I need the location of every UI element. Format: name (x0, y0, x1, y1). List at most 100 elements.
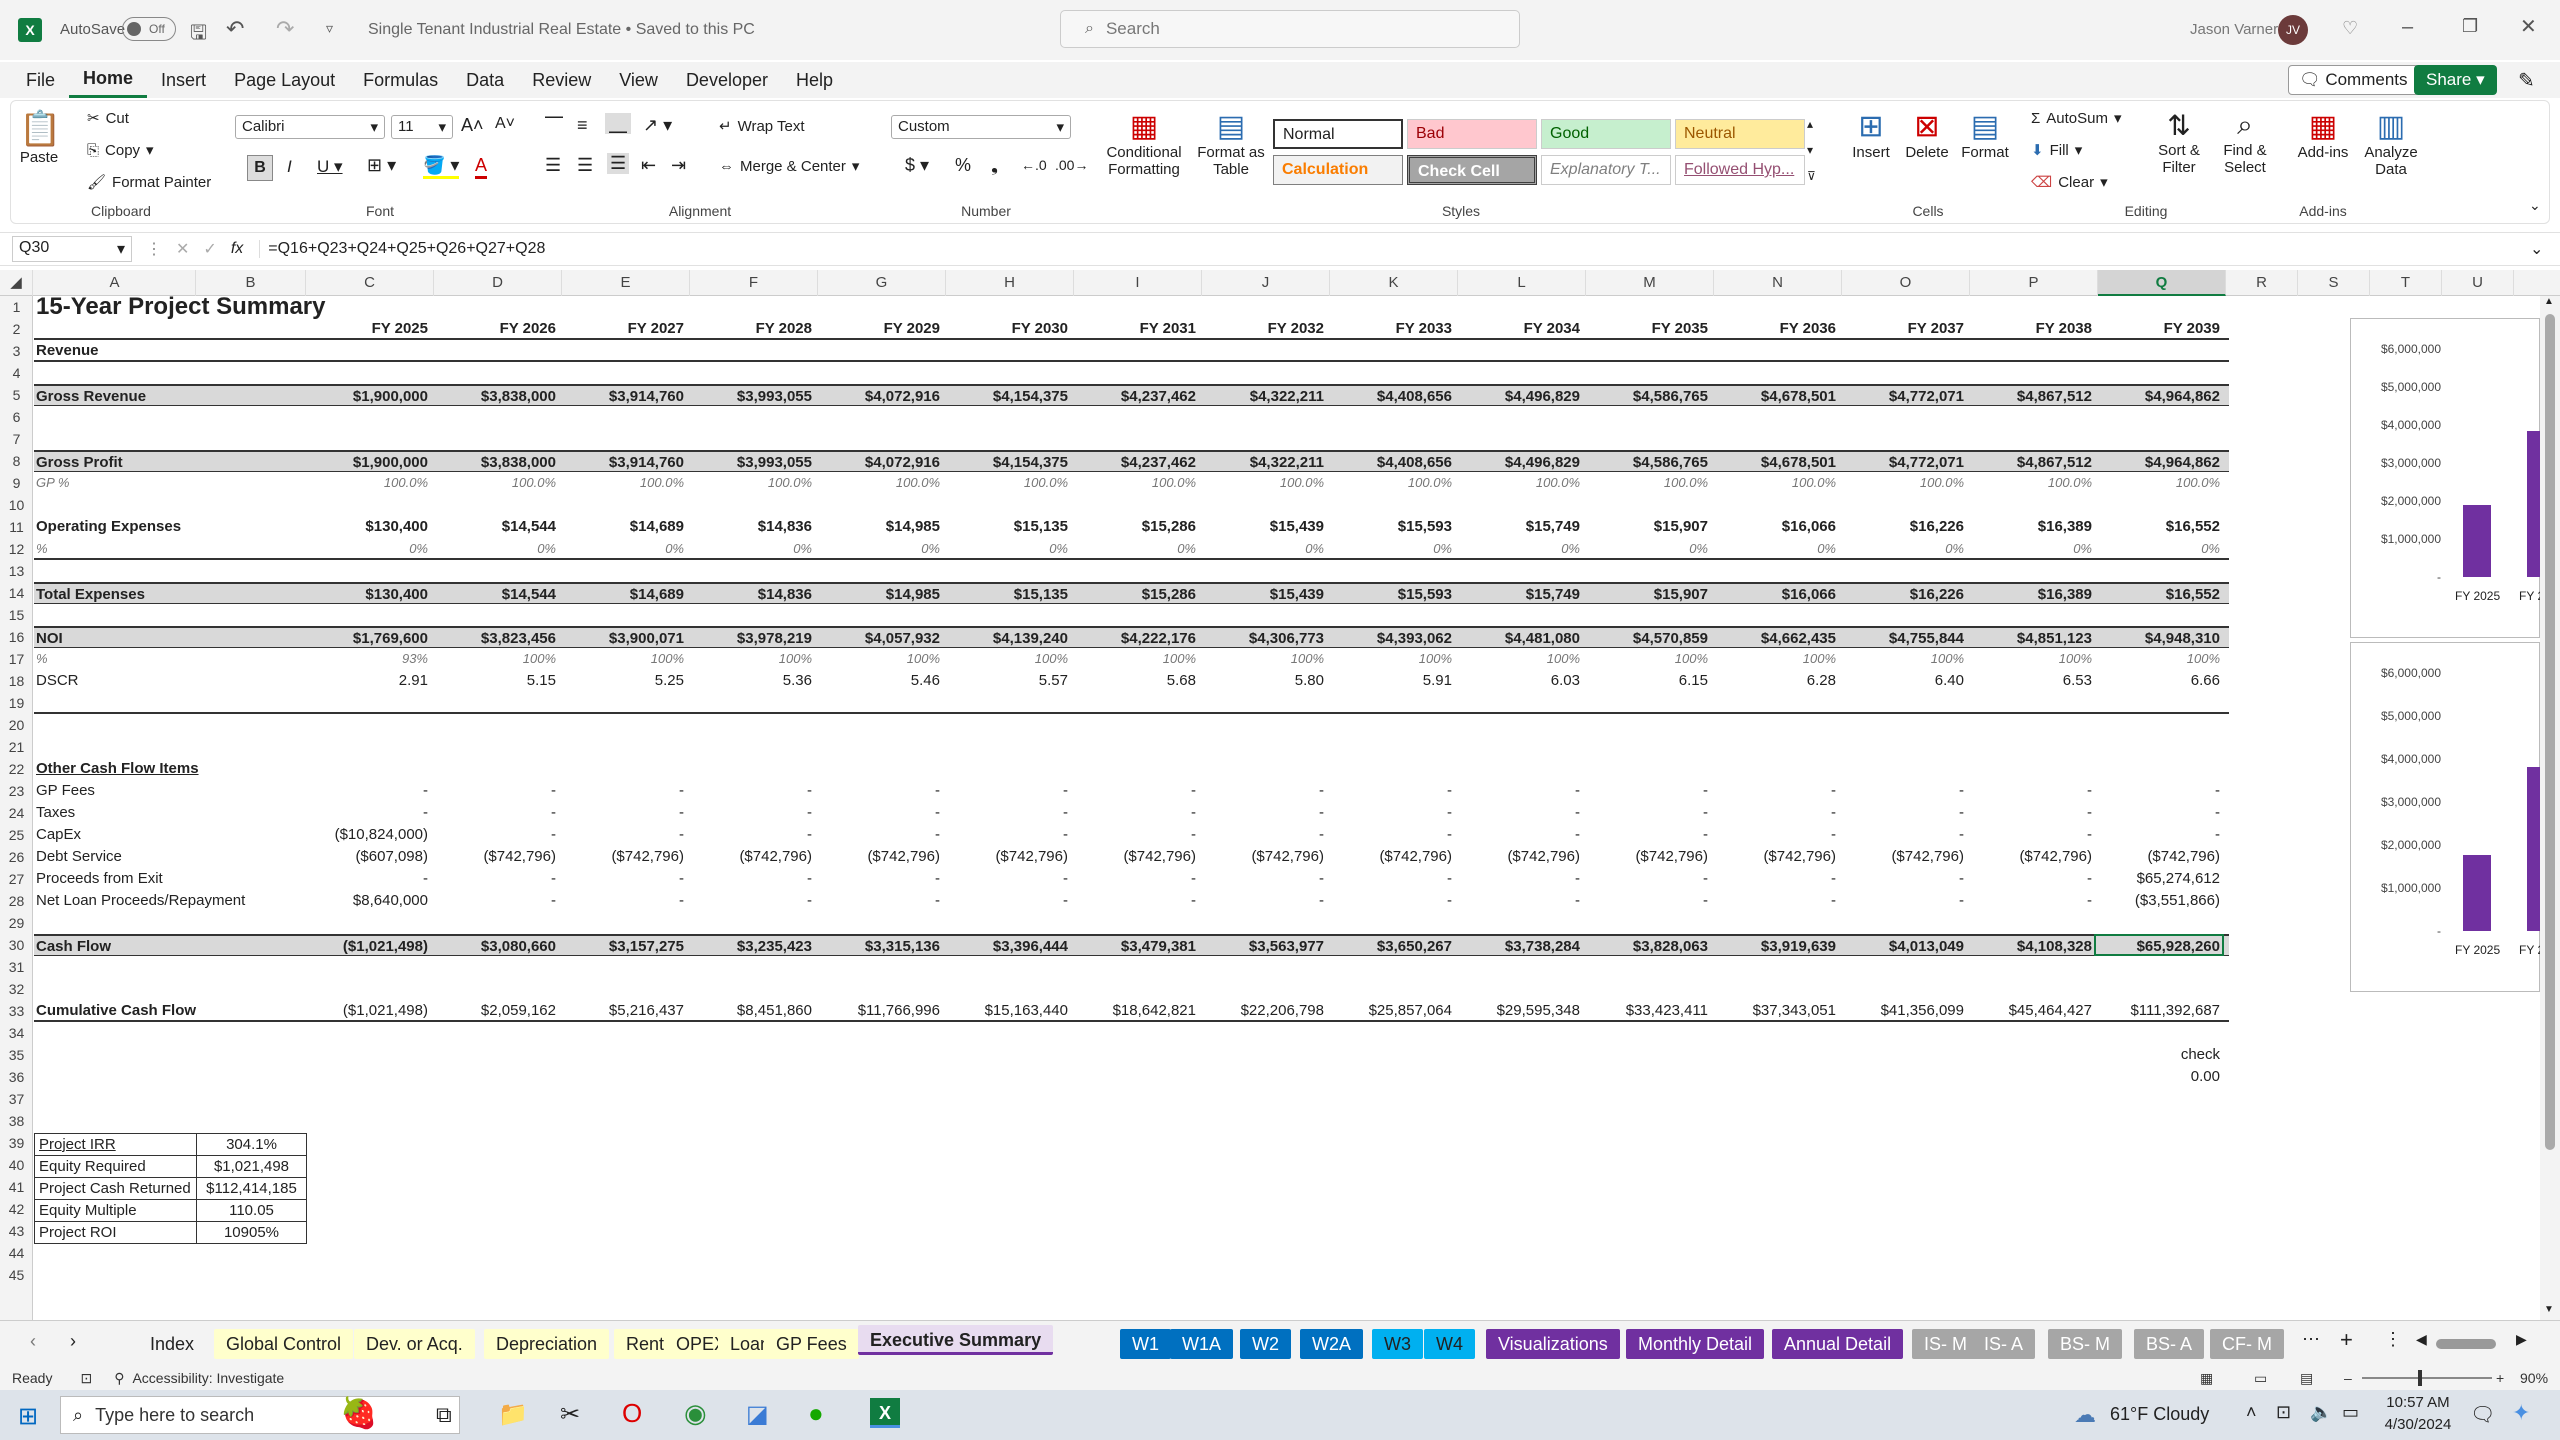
col-header-m[interactable]: M (1586, 270, 1714, 296)
summary-label[interactable]: Project ROI (34, 1221, 197, 1244)
sheet-tab-gp-fees[interactable]: GP Fees (764, 1329, 859, 1359)
restore-icon[interactable]: ❐ (2462, 16, 2478, 37)
data-cell[interactable]: - (434, 890, 556, 912)
task-view-icon[interactable]: ⧉ (436, 1402, 452, 1428)
row-label[interactable]: Cash Flow (36, 936, 111, 958)
sheet-options-icon[interactable]: ⋮ (2384, 1329, 2402, 1350)
tab-home[interactable]: Home (69, 62, 148, 98)
data-cell[interactable]: 100% (1586, 648, 1708, 670)
data-cell[interactable]: 6.66 (2098, 670, 2220, 692)
data-cell[interactable]: FY 2035 (1586, 318, 1708, 340)
data-cell[interactable]: $4,662,435 (1714, 628, 1836, 650)
data-cell[interactable]: $4,867,512 (1970, 452, 2092, 474)
select-all-corner[interactable]: ◢ (0, 270, 33, 296)
row-label[interactable]: CapEx (36, 824, 81, 846)
data-cell[interactable]: FY 2032 (1202, 318, 1324, 340)
data-cell[interactable]: - (562, 802, 684, 824)
data-cell[interactable]: - (1458, 890, 1580, 912)
page-break-view-icon[interactable]: ▤ (2300, 1370, 2313, 1387)
sheet-tab-w2[interactable]: W2 (1240, 1329, 1291, 1359)
col-header-p[interactable]: P (1970, 270, 2098, 296)
summary-label[interactable]: Equity Multiple (34, 1199, 197, 1222)
underline-button[interactable]: U ▾ (317, 157, 343, 177)
row-header[interactable]: 11 (0, 516, 33, 538)
data-cell[interactable]: - (1970, 890, 2092, 912)
data-cell[interactable]: $4,057,932 (818, 628, 940, 650)
data-cell[interactable]: $33,423,411 (1586, 1000, 1708, 1022)
col-header-s[interactable]: S (2298, 270, 2370, 296)
data-cell[interactable]: 6.53 (1970, 670, 2092, 692)
data-cell[interactable]: 0% (690, 538, 812, 560)
col-header-b[interactable]: B (196, 270, 306, 296)
row-header[interactable]: 36 (0, 1066, 33, 1088)
row-label[interactable]: Revenue (36, 340, 99, 362)
data-cell[interactable]: - (306, 802, 428, 824)
data-cell[interactable]: $3,914,760 (562, 452, 684, 474)
data-cell[interactable]: ($742,796) (1714, 846, 1836, 868)
tab-insert[interactable]: Insert (147, 62, 220, 98)
data-cell[interactable]: 5.46 (818, 670, 940, 692)
data-cell[interactable]: - (2098, 802, 2220, 824)
summary-value[interactable]: $1,021,498 (196, 1155, 307, 1178)
more-sheets-icon[interactable]: ⋯ (2302, 1329, 2320, 1350)
align-middle-icon[interactable]: ≡ (577, 115, 588, 136)
data-cell[interactable]: FY 2034 (1458, 318, 1580, 340)
data-cell[interactable]: $37,343,051 (1714, 1000, 1836, 1022)
data-cell[interactable]: - (1074, 780, 1196, 802)
data-cell[interactable]: $4,678,501 (1714, 452, 1836, 474)
data-cell[interactable]: $3,828,063 (1586, 936, 1708, 958)
data-cell[interactable]: 100% (1714, 648, 1836, 670)
data-cell[interactable]: - (818, 802, 940, 824)
data-cell[interactable]: - (1330, 890, 1452, 912)
chart-bar[interactable] (2463, 504, 2491, 577)
style-calculation[interactable]: Calculation (1273, 155, 1403, 185)
data-cell[interactable]: 0% (1458, 538, 1580, 560)
data-cell[interactable]: - (690, 780, 812, 802)
data-cell[interactable]: FY 2033 (1330, 318, 1452, 340)
data-cell[interactable]: $15,593 (1330, 516, 1452, 538)
row-header[interactable]: 26 (0, 846, 33, 868)
data-cell[interactable]: FY 2030 (946, 318, 1068, 340)
data-cell[interactable]: FY 2027 (562, 318, 684, 340)
data-cell[interactable]: $16,066 (1714, 584, 1836, 606)
data-cell[interactable]: $14,689 (562, 516, 684, 538)
summary-value[interactable]: $112,414,185 (196, 1177, 307, 1200)
zoom-out-icon[interactable]: – (2344, 1370, 2352, 1386)
data-cell[interactable]: - (946, 802, 1068, 824)
volume-icon[interactable]: 🔈 (2310, 1402, 2332, 1423)
opera-icon[interactable]: O (622, 1398, 642, 1429)
summary-value[interactable]: 110.05 (196, 1199, 307, 1222)
sheet-tab-executive-summary[interactable]: Executive Summary (858, 1325, 1054, 1355)
col-header-r[interactable]: R (2226, 270, 2298, 296)
data-cell[interactable]: ($742,796) (1586, 846, 1708, 868)
tab-help[interactable]: Help (782, 62, 847, 98)
clock-date[interactable]: 4/30/2024 (2368, 1416, 2468, 1433)
sheet-tab-is-m[interactable]: IS- M (1912, 1329, 1979, 1359)
data-cell[interactable]: $4,154,375 (946, 452, 1068, 474)
row-header[interactable]: 35 (0, 1044, 33, 1066)
data-cell[interactable]: - (1330, 824, 1452, 846)
data-cell[interactable]: $22,206,798 (1202, 1000, 1324, 1022)
insert-function-icon[interactable]: fx (231, 240, 243, 258)
data-cell[interactable]: $16,066 (1714, 516, 1836, 538)
row-header[interactable]: 21 (0, 736, 33, 758)
row-header[interactable]: 38 (0, 1110, 33, 1132)
row-label[interactable]: GP Fees (36, 780, 95, 802)
data-cell[interactable]: $4,570,859 (1586, 628, 1708, 650)
vertical-scrollbar[interactable]: ▲ ▼ (2540, 296, 2560, 1321)
summary-value[interactable]: 304.1% (196, 1133, 307, 1156)
data-cell[interactable]: 100.0% (562, 472, 684, 494)
paste-button[interactable]: 📋 Paste (19, 109, 61, 166)
upwork-icon[interactable]: ● (808, 1398, 824, 1429)
data-cell[interactable]: ($607,098) (306, 846, 428, 868)
data-cell[interactable]: - (1970, 780, 2092, 802)
data-cell[interactable]: $1,900,000 (306, 386, 428, 408)
data-cell[interactable]: - (946, 780, 1068, 802)
row-label[interactable]: NOI (36, 628, 63, 650)
summary-label[interactable]: Project Cash Returned (34, 1177, 197, 1200)
check-value[interactable]: 0.00 (2098, 1066, 2220, 1088)
data-cell[interactable]: $4,154,375 (946, 386, 1068, 408)
data-cell[interactable]: 6.03 (1458, 670, 1580, 692)
network-icon[interactable]: ⊡ (2276, 1402, 2291, 1423)
name-box[interactable]: Q30 ▾ (12, 236, 132, 262)
